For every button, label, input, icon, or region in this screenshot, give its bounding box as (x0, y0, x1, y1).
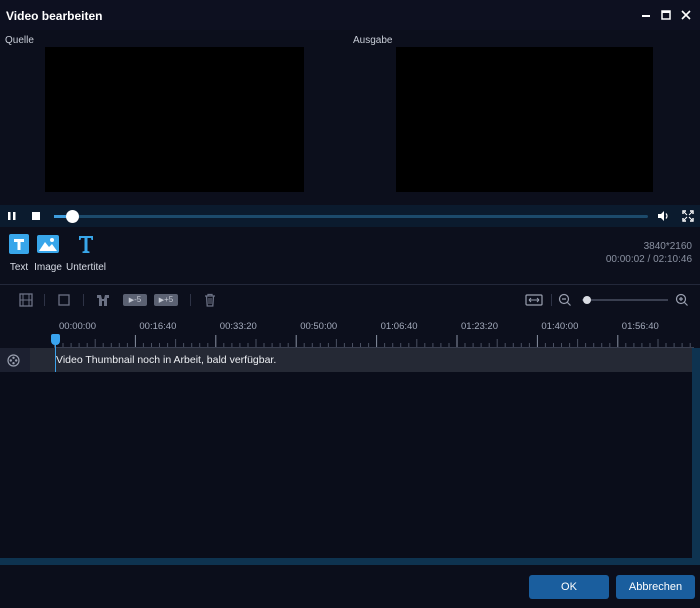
timeline-area (0, 372, 692, 558)
zoom-handle[interactable] (583, 296, 592, 304)
ok-button[interactable]: OK (529, 575, 609, 599)
ruler-tick-label: 00:50:00 (300, 321, 338, 332)
tool-text[interactable]: Text (4, 234, 34, 273)
tool-subtitle-label: Untertitel (65, 262, 106, 273)
close-icon[interactable] (678, 7, 694, 23)
film-icon[interactable] (18, 292, 34, 308)
tool-image[interactable]: Image (33, 234, 63, 273)
film-reel-icon (7, 354, 20, 367)
minimize-icon[interactable] (638, 7, 654, 23)
time-text: 00:00:02 / 02:10:46 (605, 254, 692, 265)
seek-bar[interactable] (54, 215, 648, 218)
trash-icon[interactable] (202, 292, 218, 308)
resolution-text: 3840*2160 (643, 241, 692, 252)
seek-progress (54, 215, 66, 218)
window-title: Video bearbeiten (6, 9, 103, 23)
fullscreen-icon[interactable] (681, 209, 695, 223)
ruler-tick-label: 00:00:00 (59, 321, 96, 332)
source-label: Quelle (5, 35, 34, 46)
tool-text-label: Text (9, 262, 29, 273)
split-icon[interactable] (95, 292, 111, 308)
toolbar-separator (44, 294, 45, 306)
back-5-button[interactable]: ▶-5 (123, 294, 147, 306)
title-bar (0, 0, 700, 30)
fit-width-icon[interactable] (525, 292, 543, 308)
track-placeholder-text: Video Thumbnail noch in Arbeit, bald ver… (56, 354, 277, 366)
output-label: Ausgabe (353, 35, 393, 46)
stop-icon[interactable] (30, 210, 42, 222)
toolbar-separator (551, 294, 552, 306)
forward-5-label: +5 (164, 295, 174, 304)
zoom-out-icon[interactable] (558, 292, 572, 308)
vertical-scrollbar[interactable] (692, 348, 700, 563)
tool-image-label: Image (34, 262, 62, 273)
ruler-tick-label: 00:33:20 (219, 321, 257, 332)
maximize-icon[interactable] (658, 7, 674, 23)
zoom-slider[interactable] (582, 299, 668, 301)
pause-icon[interactable] (6, 210, 18, 222)
back-5-label: -5 (134, 295, 142, 304)
image-icon (37, 235, 59, 253)
crop-icon[interactable] (56, 292, 72, 308)
ruler-tick-label: 01:23:20 (461, 321, 498, 332)
cancel-button[interactable]: Abbrechen (616, 575, 695, 599)
divider (0, 284, 700, 285)
horizontal-scrollbar[interactable] (0, 558, 700, 565)
ruler-ticks (54, 335, 691, 347)
ruler-tick-label: 01:06:40 (380, 321, 418, 332)
playhead-line (55, 340, 56, 374)
subtitle-icon (79, 236, 93, 253)
toolbar-separator (83, 294, 84, 306)
forward-5-button[interactable]: ▶+5 (154, 294, 178, 306)
ruler-tick-label: 01:56:40 (621, 321, 659, 332)
toolbar-separator (190, 294, 191, 306)
tool-subtitle[interactable]: Untertitel (66, 234, 106, 273)
ruler-tick-label: 01:40:00 (541, 321, 579, 332)
output-preview (396, 47, 653, 192)
text-icon (9, 234, 29, 254)
seek-handle[interactable] (65, 210, 79, 223)
playhead-handle[interactable] (51, 334, 60, 345)
ruler-tick-label: 00:16:40 (139, 321, 177, 332)
source-preview (45, 47, 304, 192)
zoom-in-icon[interactable] (675, 292, 689, 308)
volume-icon[interactable] (656, 209, 670, 223)
